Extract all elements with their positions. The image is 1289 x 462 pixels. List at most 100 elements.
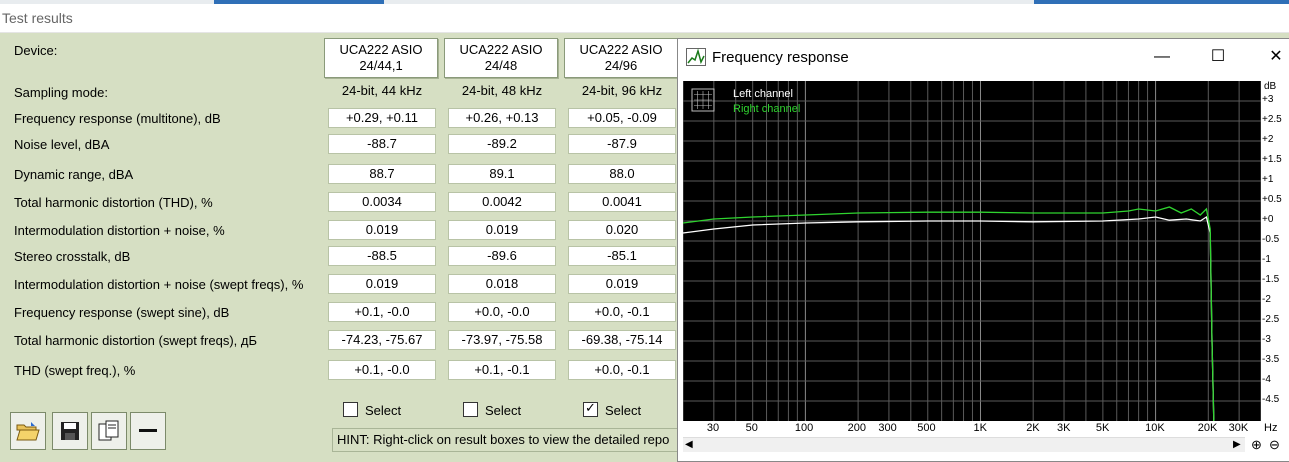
select-checkbox-1[interactable]: Select	[343, 402, 401, 420]
select-checkbox-3[interactable]: Select	[583, 400, 641, 420]
open-button[interactable]	[10, 412, 46, 450]
result-cell[interactable]: -89.6	[448, 246, 556, 266]
copy-icon	[98, 420, 119, 441]
label-device: Device:	[14, 43, 58, 58]
result-cell[interactable]: 0.019	[568, 274, 676, 294]
result-cell[interactable]: 88.7	[328, 164, 436, 184]
result-cell[interactable]: +0.29, +0.11	[328, 108, 436, 128]
frequency-response-window: Frequency response — ☐ ✕ Left channel Rig…	[677, 38, 1289, 462]
result-cell[interactable]: 0.020	[568, 220, 676, 240]
x-tick-label: 300	[878, 422, 897, 434]
device-name: UCA222 ASIO	[339, 42, 423, 57]
result-cell[interactable]: 0.0041	[568, 192, 676, 212]
result-cell[interactable]: -88.5	[328, 246, 436, 266]
horizontal-scrollbar[interactable]: ◀ ▶	[683, 437, 1245, 452]
maximize-button[interactable]: ☐	[1208, 47, 1228, 67]
result-cell[interactable]: +0.26, +0.13	[448, 108, 556, 128]
device-name: UCA222 ASIO	[579, 42, 663, 57]
label-freq-response-multitone: Frequency response (multitone), dB	[14, 111, 221, 126]
result-cell[interactable]: -74.23, -75.67	[328, 330, 436, 350]
sampling-mode-value: 24-bit, 96 kHz	[581, 83, 663, 98]
x-tick-label: 50	[745, 422, 758, 434]
result-cell[interactable]: -73.97, -75.58	[448, 330, 556, 350]
zoom-out-icon[interactable]: ⊖	[1269, 437, 1280, 453]
result-cell[interactable]: -69.38, -75.14	[568, 330, 676, 350]
remove-button[interactable]	[130, 412, 166, 450]
label-dynamic-range: Dynamic range, dBA	[14, 167, 134, 182]
result-cell[interactable]: 0.019	[448, 220, 556, 240]
result-cell[interactable]: -85.1	[568, 246, 676, 266]
y-tick-label: +0	[1262, 214, 1274, 225]
y-tick-label: +2.5	[1262, 114, 1282, 125]
result-cell[interactable]: +0.0, -0.1	[568, 360, 676, 380]
result-cell[interactable]: 88.0	[568, 164, 676, 184]
x-tick-label: 5K	[1095, 422, 1110, 434]
checkbox-icon[interactable]	[463, 402, 478, 417]
checkbox-checked-icon[interactable]	[583, 400, 598, 417]
freq-window-title: Frequency response	[712, 49, 849, 66]
legend-right-channel: Right channel	[733, 103, 800, 115]
copy-button[interactable]	[91, 412, 127, 450]
result-cell[interactable]: 89.1	[448, 164, 556, 184]
result-cell[interactable]: 0.018	[448, 274, 556, 294]
y-tick-label: +2	[1262, 134, 1274, 145]
scroll-left-icon[interactable]: ◀	[685, 438, 693, 452]
y-tick-label: -2	[1262, 294, 1271, 305]
save-button[interactable]	[52, 412, 88, 450]
label-imd-swept: Intermodulation distortion + noise (swep…	[14, 277, 304, 292]
result-cell[interactable]: -87.9	[568, 134, 676, 154]
result-cell[interactable]: 0.019	[328, 220, 436, 240]
x-unit: Hz	[1264, 422, 1278, 434]
x-tick-label: 100	[794, 422, 814, 434]
device-format: 24/48	[484, 58, 518, 73]
select-label: Select	[485, 403, 522, 418]
select-checkbox-2[interactable]: Select	[463, 402, 521, 420]
y-tick-label: -4	[1262, 374, 1271, 385]
device-header-3[interactable]: UCA222 ASIO 24/96	[564, 38, 678, 78]
legend-left-channel: Left channel	[733, 88, 793, 100]
result-cell[interactable]: 0.0042	[448, 192, 556, 212]
label-sampling-mode: Sampling mode:	[14, 85, 108, 100]
sampling-mode-value: 24-bit, 48 kHz	[461, 83, 543, 98]
result-cell[interactable]: +0.1, -0.0	[328, 360, 436, 380]
result-cell[interactable]: +0.1, -0.1	[448, 360, 556, 380]
checkbox-icon[interactable]	[343, 402, 358, 417]
close-button[interactable]: ✕	[1266, 47, 1286, 67]
x-tick-label: 30K	[1228, 422, 1249, 434]
device-header-1[interactable]: UCA222 ASIO 24/44,1	[324, 38, 438, 78]
minus-icon	[139, 429, 157, 432]
y-tick-label: -3.5	[1262, 354, 1280, 365]
y-tick-label: +3	[1262, 94, 1274, 105]
x-tick-label: 3K	[1057, 422, 1071, 434]
frequency-plot: Left channel Right channel	[682, 81, 1262, 422]
scroll-right-icon[interactable]: ▶	[1233, 438, 1241, 452]
result-cell[interactable]: +0.0, -0.0	[448, 302, 556, 322]
label-noise-level: Noise level, dBA	[14, 137, 110, 152]
x-tick-label: 20K	[1197, 422, 1218, 434]
result-cell[interactable]: 0.019	[328, 274, 436, 294]
series-left-channel	[682, 215, 1215, 422]
y-tick-label: +1.5	[1262, 154, 1282, 165]
result-cell[interactable]: +0.05, -0.09	[568, 108, 676, 128]
x-tick-label: 500	[917, 422, 936, 434]
y-tick-label: -4.5	[1262, 394, 1280, 405]
title-bar: Test results	[0, 4, 1289, 33]
result-cell[interactable]: 0.0034	[328, 192, 436, 212]
label-freq-response-swept: Frequency response (swept sine), dB	[14, 305, 230, 320]
plot-area[interactable]: Left channel Right channel	[682, 81, 1262, 422]
save-icon	[61, 422, 79, 440]
minimize-button[interactable]: —	[1152, 47, 1172, 67]
label-imd-noise: Intermodulation distortion + noise, %	[14, 223, 225, 238]
result-cell[interactable]: -88.7	[328, 134, 436, 154]
result-cell[interactable]: +0.1, -0.0	[328, 302, 436, 322]
result-cell[interactable]: +0.0, -0.1	[568, 302, 676, 322]
label-thd-swept-freq: THD (swept freq.), %	[14, 363, 136, 378]
window-title: Test results	[2, 10, 73, 26]
zoom-in-icon[interactable]: ⊕	[1251, 437, 1262, 453]
hint-bar: HINT: Right-click on result boxes to vie…	[332, 428, 688, 452]
x-tick-label: 10K	[1145, 422, 1165, 434]
device-header-2[interactable]: UCA222 ASIO 24/48	[444, 38, 558, 78]
label-thd: Total harmonic distortion (THD), %	[14, 195, 213, 210]
result-cell[interactable]: -89.2	[448, 134, 556, 154]
freq-window-titlebar: Frequency response — ☐ ✕	[678, 39, 1289, 75]
